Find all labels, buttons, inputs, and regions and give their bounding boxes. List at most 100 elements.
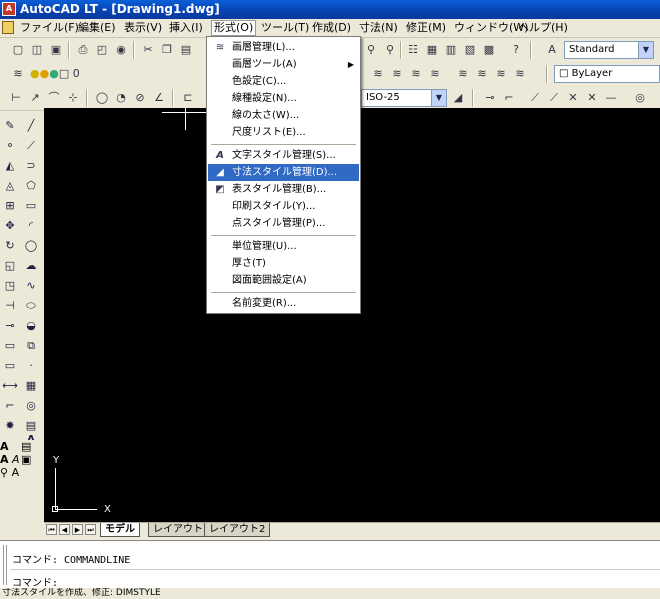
dim-style-dropdown[interactable]: ISO-25 ▼ [361,89,447,107]
layer-manager-icon[interactable]: ≋ [10,66,26,82]
zoom-previous-icon[interactable]: ⚲ [382,42,398,58]
ordinate-dimension-icon[interactable]: ⊹ [65,90,81,106]
circle-icon[interactable]: ◯ [23,238,39,254]
ellipse-icon[interactable]: ⬭ [23,298,39,314]
tool-palettes-icon[interactable]: ▥ [443,42,459,58]
rectangle-icon[interactable]: ▭ [23,198,39,214]
text-icon[interactable]: A [0,440,9,453]
menu-item-table-style[interactable]: ◩ 表スタイル管理(B)... [208,181,359,198]
tab-model[interactable]: モデル [100,523,140,537]
cross-icon[interactable]: ✕ [565,90,581,106]
menu-format[interactable]: 形式(O) [211,20,257,36]
print-icon[interactable]: ⎙ [75,42,91,58]
color-control-dropdown[interactable]: □ ByLayer [554,65,660,83]
zoom-window-icon[interactable]: ⚲ [363,42,379,58]
menu-item-layer-tools[interactable]: 画層ツール(A) ▶ [208,56,359,73]
command-window-grip[interactable] [3,545,7,585]
construction-line-icon[interactable]: ⟋ [527,90,543,106]
chevron-down-icon[interactable]: ▼ [638,42,653,58]
first-tab-icon[interactable]: ⏮ [46,524,57,535]
layer-walk-icon[interactable]: ≋ [512,66,528,82]
circle-tool-icon[interactable]: ◎ [632,90,648,106]
design-center-icon[interactable]: ▦ [424,42,440,58]
cut-icon[interactable]: ✂ [140,42,156,58]
join-icon[interactable]: ▭ [2,358,18,374]
next-tab-icon[interactable]: ▶ [72,524,83,535]
document-icon[interactable] [2,21,14,34]
menu-item-layer-manager[interactable]: ≋ 画層管理(L)... [208,39,359,56]
menu-item-rename[interactable]: 名前変更(R)... [208,295,359,312]
save-icon[interactable]: ▣ [48,42,64,58]
layer-match-icon[interactable]: ≋ [455,66,471,82]
line-tool-icon[interactable]: ⊸ [482,90,498,106]
menu-file[interactable]: ファイル(F) [18,21,81,35]
find-text-icon[interactable]: ⚲ [0,466,8,479]
ray-tool-icon[interactable]: ⌐ [501,90,517,106]
radius-dimension-icon[interactable]: ◯ [94,90,110,106]
copy-icon[interactable]: ❐ [159,42,175,58]
text-style-icon[interactable]: A [544,42,560,58]
chevron-down-icon[interactable]: ▼ [431,90,446,106]
jogged-dimension-icon[interactable]: ◔ [113,90,129,106]
dash-line-icon[interactable]: — [603,90,619,106]
text-scale-icon[interactable]: A [12,466,20,479]
ellipse-arc-icon[interactable]: ◒ [23,318,39,334]
linear-dimension-icon[interactable]: ⊢ [8,90,24,106]
revcloud-icon[interactable]: ☁ [23,258,39,274]
menu-edit[interactable]: 編集(E) [76,21,118,35]
copy-object-icon[interactable]: ⚬ [2,138,18,154]
diameter-dimension-icon[interactable]: ⊘ [132,90,148,106]
layer-dropdown[interactable]: ●●●□ 0 [30,66,90,82]
chamfer-icon[interactable]: ⟷ [2,378,18,394]
layer-off-icon[interactable]: ≋ [427,66,443,82]
calculator-icon[interactable]: ▩ [481,42,497,58]
insert-block-icon[interactable]: ⧉ [23,338,39,354]
arc-length-icon[interactable]: ⌒ [46,90,62,106]
layer-state-icon[interactable]: ≋ [370,66,386,82]
angular-dimension-icon[interactable]: ∠ [151,90,167,106]
print-preview-icon[interactable]: ◰ [94,42,110,58]
paste-icon[interactable]: ▤ [178,42,194,58]
menu-item-units[interactable]: 単位管理(U)... [208,238,359,255]
properties-icon[interactable]: ☷ [405,42,421,58]
menu-view[interactable]: 表示(V) [122,21,164,35]
help-icon[interactable]: ? [508,42,524,58]
autocad-app-icon[interactable]: A [2,2,16,16]
menu-item-lineweight[interactable]: 線の太さ(W)... [208,107,359,124]
command-prompt[interactable]: コマンド: [12,574,58,589]
arc-icon[interactable]: ◜ [23,218,39,234]
hatch-icon[interactable]: ▦ [23,378,39,394]
explode-icon[interactable]: ✸ [2,418,18,434]
menu-item-drawing-limits[interactable]: 図面範囲設定(A) [208,272,359,289]
tab-layout2[interactable]: レイアウト2 [204,523,271,537]
text-frame-icon[interactable]: ▣ [21,453,31,466]
menu-modify[interactable]: 修正(M) [404,21,448,35]
offset-icon[interactable]: ◬ [2,178,18,194]
menu-item-color[interactable]: 色設定(C)... [208,73,359,90]
multi-cross-icon[interactable]: ✕ [584,90,600,106]
layer-isolate-icon[interactable]: ≋ [408,66,424,82]
menu-tools[interactable]: ツール(T) [259,21,311,35]
menu-dimension[interactable]: 寸法(N) [357,21,400,35]
polyline-icon[interactable]: ⊃ [23,158,39,174]
move-icon[interactable]: ✥ [2,218,18,234]
text-style-panel-icon[interactable]: ▤ [21,440,31,453]
menu-help[interactable]: ヘルプ(H) [516,21,570,35]
xline-icon[interactable]: ⟋ [546,90,562,106]
extend-icon[interactable]: ⊸ [2,318,18,334]
last-tab-icon[interactable]: ⏭ [85,524,96,535]
point-icon[interactable]: · [23,358,39,374]
break-icon[interactable]: ▭ [2,338,18,354]
menu-item-plot-style[interactable]: 印刷スタイル(Y)... [208,198,359,215]
layer-freeze-icon[interactable]: ≋ [493,66,509,82]
line-icon[interactable]: ╱ [23,118,39,134]
quick-dimension-icon[interactable]: ⊏ [180,90,196,106]
menu-item-thickness[interactable]: 厚さ(T) [208,255,359,272]
array-icon[interactable]: ⊞ [2,198,18,214]
construction-line-icon[interactable]: ⟋ [23,138,39,154]
layer-previous-icon[interactable]: ≋ [389,66,405,82]
new-file-icon[interactable]: ▢ [10,42,26,58]
menu-insert[interactable]: 挿入(I) [167,21,205,35]
edit-text-icon[interactable]: A [12,453,20,466]
menu-item-dimension-style[interactable]: ◢ 寸法スタイル管理(D)... [208,164,359,181]
